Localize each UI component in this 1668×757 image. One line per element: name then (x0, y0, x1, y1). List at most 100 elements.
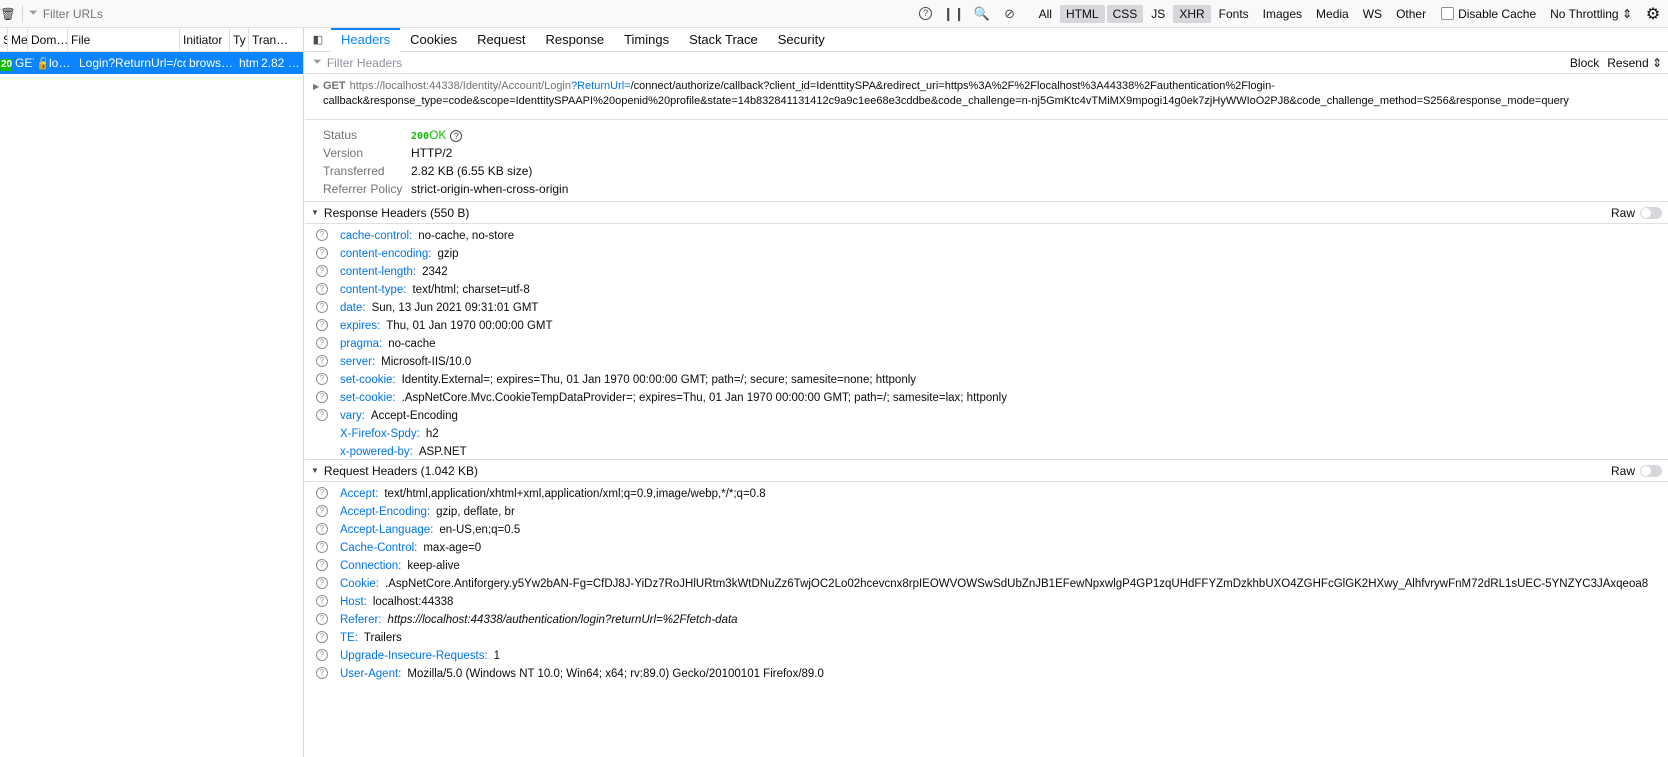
help-icon[interactable]: ? (450, 129, 463, 142)
type-filter-other[interactable]: Other (1390, 5, 1432, 23)
help-icon[interactable]: ? (316, 577, 328, 589)
raw-toggle[interactable] (1640, 464, 1662, 477)
type-filter-ws[interactable]: WS (1357, 5, 1388, 23)
chevron-down-icon[interactable]: ▼ (311, 208, 319, 217)
disable-cache-label: Disable Cache (1458, 6, 1537, 21)
header-row[interactable]: ? Cookie: .AspNetCore.Antiforgery.y5Yw2bAN… (305, 575, 1668, 593)
header-row[interactable]: ? Accept-Language: en-US,en;q=0.5 (305, 521, 1668, 539)
type-filter-fonts[interactable]: Fonts (1213, 5, 1255, 23)
help-icon[interactable]: ? (316, 391, 328, 403)
header-row[interactable]: ? Cache-Control: max-age=0 (305, 539, 1668, 557)
header-value: h2 (425, 428, 439, 440)
header-row[interactable]: ? cache-control: no-cache, no-store (305, 227, 1668, 245)
header-row[interactable]: ? content-encoding: gzip (305, 245, 1668, 263)
type-filter-media[interactable]: Media (1310, 5, 1355, 23)
column-file[interactable]: File (68, 27, 180, 52)
header-row[interactable]: ? pragma: no-cache (305, 335, 1668, 353)
header-row[interactable]: ? TE: Trailers (305, 629, 1668, 647)
filter-urls-input[interactable] (42, 6, 883, 21)
type-filter-js[interactable]: JS (1145, 5, 1171, 23)
referrer-policy-value: strict-origin-when-cross-origin (411, 182, 569, 196)
type-filter-images[interactable]: Images (1257, 5, 1308, 23)
help-icon[interactable]: ? (316, 301, 328, 313)
header-row[interactable]: ? vary: Accept-Encoding (305, 407, 1668, 425)
help-icon[interactable]: ? (316, 283, 328, 295)
raw-toggle[interactable] (1640, 206, 1662, 219)
help-icon[interactable]: ? (316, 631, 328, 643)
help-icon[interactable]: ? (316, 649, 328, 661)
filter-headers-input[interactable]: Filter Headers (327, 56, 402, 70)
throttling-select[interactable]: No Throttling ⇕ (1550, 7, 1632, 21)
header-row[interactable]: ? expires: Thu, 01 Jan 1970 00:00:00 GMT (305, 317, 1668, 335)
header-row[interactable]: ? content-length: 2342 (305, 263, 1668, 281)
column-initiator[interactable]: Initiator (180, 27, 230, 52)
resend-button[interactable]: Resend ⇕ (1607, 56, 1662, 70)
help-icon[interactable]: ? (316, 337, 328, 349)
block-button[interactable]: Block (1570, 56, 1599, 70)
tab-headers[interactable]: Headers (331, 27, 401, 52)
header-row[interactable]: ? server: Microsoft-IIS/10.0 (305, 353, 1668, 371)
help-icon[interactable]: ? (316, 667, 328, 679)
header-row[interactable]: ? X-Firefox-Spdy: h2 (305, 425, 1668, 443)
disable-cache-toggle[interactable]: Disable Cache (1441, 7, 1536, 21)
disable-cache-checkbox[interactable] (1441, 7, 1455, 20)
help-icon[interactable]: ? (316, 265, 328, 277)
header-row[interactable]: ? set-cookie: .AspNetCore.Mvc.CookieTempDa… (305, 389, 1668, 407)
help-icon[interactable]: ? (316, 595, 328, 607)
pause-icon[interactable]: ❙❙ (940, 0, 968, 28)
header-row[interactable]: ? Accept: text/html,application/xhtml+xml,… (305, 485, 1668, 503)
help-icon[interactable]: ? (316, 613, 328, 625)
help-icon[interactable]: ? (316, 505, 328, 517)
header-row[interactable]: ? Accept-Encoding: gzip, deflate, br (305, 503, 1668, 521)
header-value: Microsoft-IIS/10.0 (381, 356, 472, 368)
header-row[interactable]: ? Host: localhost:44338 (305, 593, 1668, 611)
column-status[interactable]: St (0, 27, 8, 52)
type-filter-html[interactable]: HTML (1059, 4, 1105, 23)
request-headers-section-header[interactable]: ▼ Request Headers (1.042 KB) Raw (305, 460, 1668, 482)
request-url[interactable]: ▶ GET https://localhost:44338/Identity/Ac… (305, 74, 1668, 120)
response-headers-section-header[interactable]: ▼ Response Headers (550 B) Raw (305, 202, 1668, 224)
trash-icon[interactable]: 🗑 (0, 0, 16, 28)
type-filter-all[interactable]: All (1033, 5, 1058, 23)
block-icon[interactable]: ⊘ (996, 0, 1024, 28)
help-icon[interactable]: ? (316, 229, 328, 241)
table-row[interactable]: 200 GET 🔒 lo… Login?ReturnUrl=/cor brows… (0, 52, 303, 74)
help-icon: ? (316, 427, 328, 439)
expand-url-icon[interactable]: ▶ (313, 79, 319, 94)
tab-security[interactable]: Security (768, 28, 835, 52)
column-type[interactable]: Ty (230, 27, 249, 52)
help-icon[interactable]: ? (316, 487, 328, 499)
header-value: Sun, 13 Jun 2021 09:31:01 GMT (371, 302, 539, 314)
header-row[interactable]: ? x-powered-by: ASP.NET (305, 443, 1668, 459)
help-icon[interactable]: ? (316, 523, 328, 535)
header-row[interactable]: ? date: Sun, 13 Jun 2021 09:31:01 GMT (305, 299, 1668, 317)
header-row[interactable]: ? Upgrade-Insecure-Requests: 1 (305, 647, 1668, 665)
help-icon[interactable]: ? (316, 247, 328, 259)
header-row[interactable]: ? User-Agent: Mozilla/5.0 (Windows NT 10.0… (305, 665, 1668, 683)
help-icon[interactable]: ? (316, 409, 328, 421)
tab-stack-trace[interactable]: Stack Trace (679, 28, 768, 52)
help-icon[interactable]: ? (316, 319, 328, 331)
help-icon[interactable]: ? (316, 559, 328, 571)
type-filter-css[interactable]: CSS (1106, 4, 1144, 23)
tab-timings[interactable]: Timings (614, 28, 679, 52)
search-icon[interactable]: 🔍 (968, 0, 996, 28)
help-icon[interactable]: ? (316, 373, 328, 385)
column-method[interactable]: Me (8, 27, 28, 52)
help-icon[interactable]: ? (316, 541, 328, 553)
header-row[interactable]: ? Referer: https://localhost:44338/authent… (305, 611, 1668, 629)
tab-response[interactable]: Response (536, 28, 615, 52)
help-icon[interactable]: ? (316, 355, 328, 367)
tab-cookies[interactable]: Cookies (400, 28, 467, 52)
help-icon[interactable]: ? (912, 0, 940, 28)
column-domain[interactable]: Dom… (28, 27, 68, 52)
header-row[interactable]: ? content-type: text/html; charset=utf-8 (305, 281, 1668, 299)
header-row[interactable]: ? set-cookie: Identity.External=; expires=… (305, 371, 1668, 389)
chevron-down-icon[interactable]: ▼ (311, 466, 319, 475)
header-row[interactable]: ? Connection: keep-alive (305, 557, 1668, 575)
gear-icon[interactable]: ⚙ (1638, 4, 1668, 24)
type-filter-xhr[interactable]: XHR (1173, 4, 1211, 23)
column-transferred[interactable]: Tran… (249, 28, 299, 52)
tab-request[interactable]: Request (467, 28, 535, 52)
sidebar-toggle-icon[interactable]: ◧ (305, 28, 331, 52)
